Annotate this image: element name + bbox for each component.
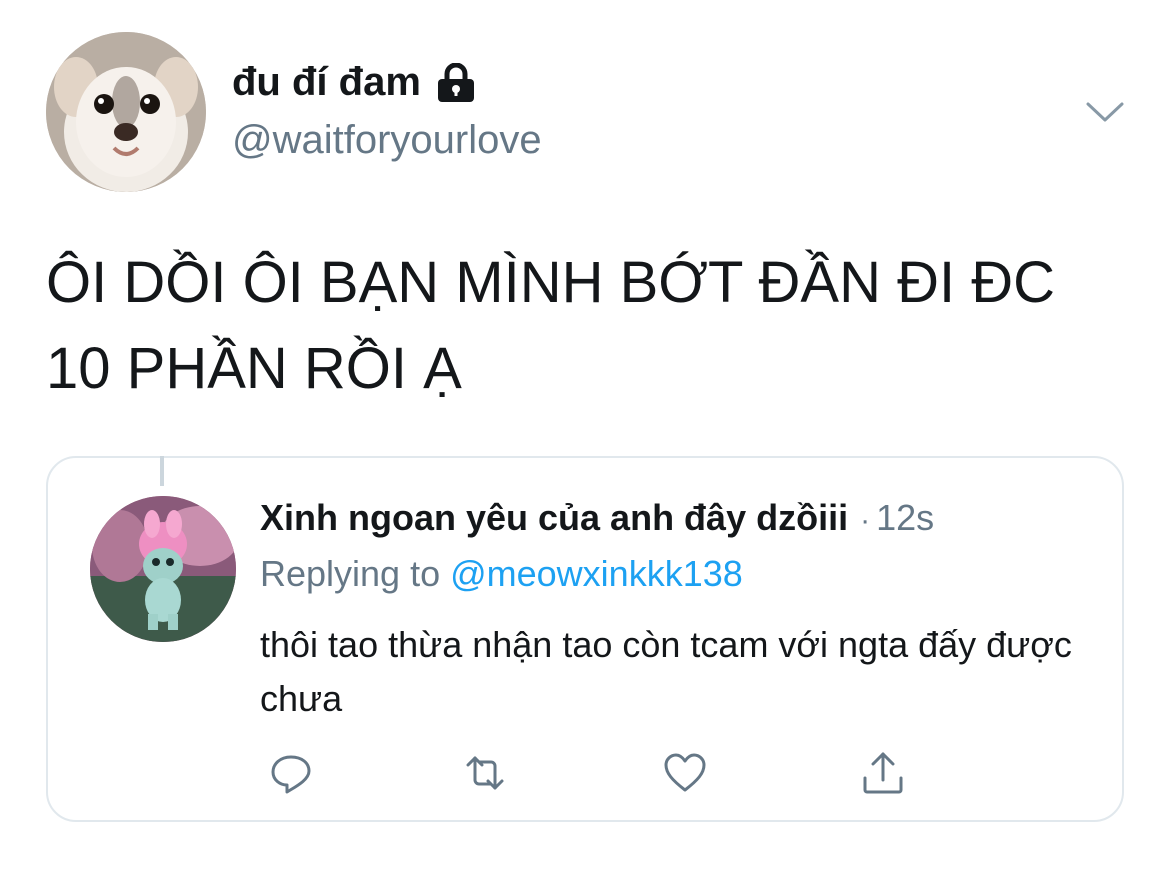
lock-icon xyxy=(435,62,477,103)
retweet-button[interactable] xyxy=(460,748,510,798)
separator-dot: · xyxy=(860,504,871,537)
quoted-display-name[interactable]: Xinh ngoan yêu của anh đây dzồiii xyxy=(260,497,848,539)
quoted-tweet-text: thôi tao thừa nhận tao còn tcam với ngta… xyxy=(260,624,1072,719)
replying-to: Replying to @meowxinkkk138 xyxy=(260,553,743,595)
thread-line xyxy=(160,456,164,486)
quoted-author-avatar[interactable] xyxy=(90,496,236,642)
tweet: đu đí đam @waitforyourlove ÔI DỒI ÔI BẠN… xyxy=(0,0,1170,870)
replying-mention-link[interactable]: @meowxinkkk138 xyxy=(450,553,743,594)
retweet-icon xyxy=(466,756,504,790)
action-bar xyxy=(0,748,1170,798)
replying-prefix: Replying to xyxy=(260,553,451,594)
heart-icon xyxy=(664,753,706,792)
reply-button[interactable] xyxy=(266,748,316,798)
author-avatar[interactable] xyxy=(46,32,206,192)
author-handle[interactable]: @waitforyourlove xyxy=(232,118,542,163)
tweet-text: ÔI DỒI ÔI BẠN MÌNH BỚT ĐẦN ĐI ĐC 10 PHẦN… xyxy=(46,250,1055,401)
share-icon xyxy=(863,752,903,794)
author-display-name[interactable]: đu đí đam xyxy=(232,60,477,105)
display-name-text: đu đí đam xyxy=(232,60,421,104)
share-button[interactable] xyxy=(858,748,908,798)
quoted-timestamp[interactable]: 12s xyxy=(876,497,934,539)
quoted-header: Xinh ngoan yêu của anh đây dzồiii · 12s xyxy=(260,497,934,539)
reply-icon xyxy=(271,755,311,794)
chevron-down-icon[interactable] xyxy=(1085,96,1125,126)
like-button[interactable] xyxy=(660,748,710,798)
